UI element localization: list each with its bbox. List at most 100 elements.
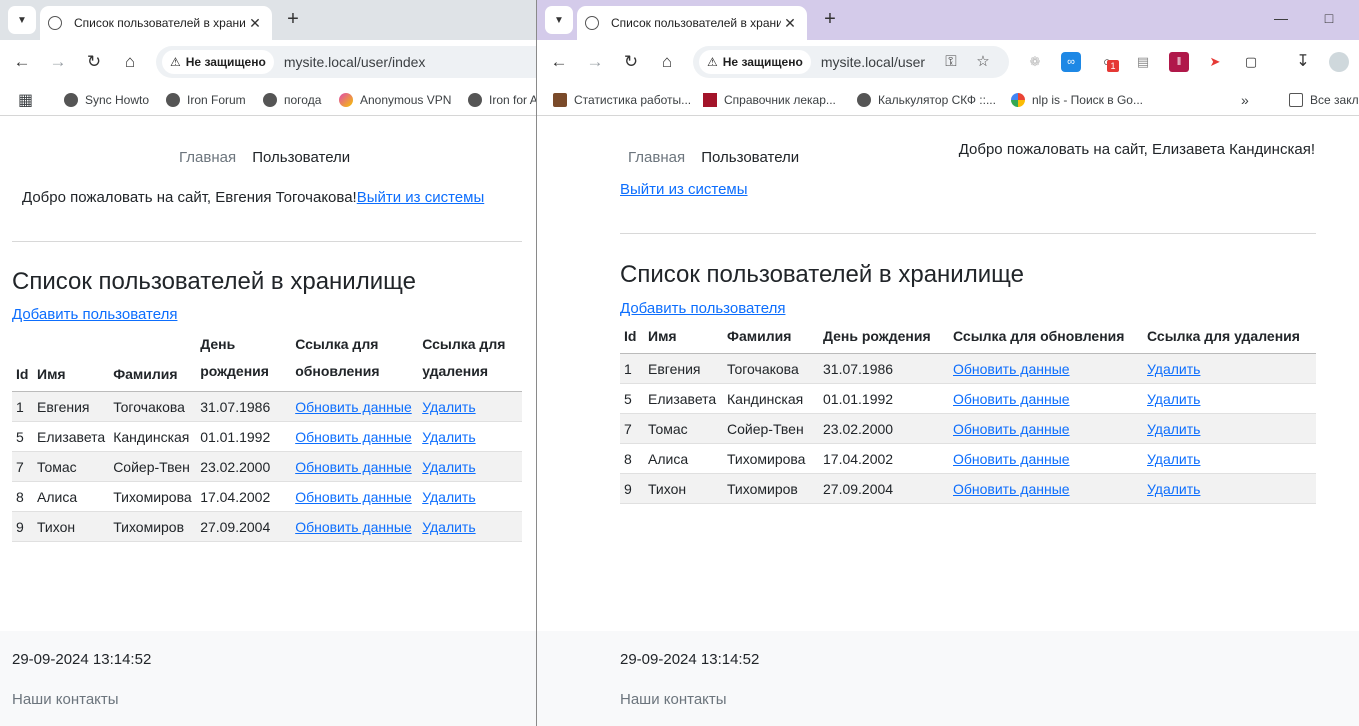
table-row: 8 Алиса Тихомирова 17.04.2002 Обновить данны… <box>620 443 1316 474</box>
update-link[interactable]: Обновить данные <box>295 399 412 415</box>
table-row: 9 Тихон Тихомиров 27.09.2004 Обновить данные… <box>620 473 1316 504</box>
close-tab-icon[interactable]: ✕ <box>781 15 799 32</box>
chevron-down-icon: ▼ <box>17 14 27 26</box>
col-id: Id <box>12 331 33 392</box>
striped-extension-icon[interactable]: ▤ <box>1133 52 1153 72</box>
minimize-icon[interactable]: — <box>1269 10 1293 30</box>
forward-icon[interactable]: → <box>583 50 607 74</box>
tab-active[interactable]: Список пользователей в хранилище ✕ <box>40 6 272 40</box>
delete-link[interactable]: Удалить <box>1147 451 1200 467</box>
back-icon[interactable]: ← <box>547 50 571 74</box>
nav-users-link[interactable]: Пользователи <box>252 149 350 166</box>
logout-link[interactable]: Выйти из системы <box>357 189 485 206</box>
bookmark-item[interactable]: погода <box>263 84 321 116</box>
security-chip[interactable]: ⚠ Не защищено <box>162 50 274 74</box>
address-bar[interactable]: ⚠ Не защищено mysite.local/user ⚿ ☆ <box>693 46 1009 78</box>
address-bar[interactable]: ⚠ Не защищено mysite.local/user/index <box>156 46 536 78</box>
cell-name: Евгения <box>644 353 723 384</box>
url-text[interactable]: mysite.local/user <box>821 54 925 70</box>
tab-search-button[interactable]: ▼ <box>545 6 573 34</box>
maximize-icon[interactable]: □ <box>1317 10 1341 30</box>
bookmark-item[interactable]: Статистика работы... <box>553 84 691 116</box>
update-link[interactable]: Обновить данные <box>953 361 1070 377</box>
nav-users-link[interactable]: Пользователи <box>701 149 799 166</box>
rocket-extension-icon[interactable]: ➤ <box>1205 52 1225 72</box>
more-bookmarks-icon[interactable]: » <box>1241 84 1249 116</box>
forward-icon[interactable]: → <box>46 50 70 74</box>
avatar[interactable] <box>1329 52 1349 72</box>
bookmark-item[interactable]: Iron for A <box>468 84 536 116</box>
cell-update: Обновить данные <box>949 473 1143 504</box>
cell-id: 5 <box>620 383 644 414</box>
cell-delete: Удалить <box>1143 443 1316 474</box>
back-icon[interactable]: ← <box>10 50 34 74</box>
update-link[interactable]: Обновить данные <box>295 459 412 475</box>
update-link[interactable]: Обновить данные <box>295 519 412 535</box>
bookmark-item[interactable]: Справочник лекар... <box>703 84 836 116</box>
security-chip[interactable]: ⚠ Не защищено <box>699 50 811 74</box>
add-user-link[interactable]: Добавить пользователя <box>12 306 177 323</box>
close-tab-icon[interactable]: ✕ <box>246 15 264 32</box>
cell-name: Томас <box>644 413 723 444</box>
url-text[interactable]: mysite.local/user/index <box>284 54 426 70</box>
nav-home-link[interactable]: Главная <box>628 149 685 166</box>
bookmark-item[interactable]: nlp is - Поиск в Go... <box>1011 84 1143 116</box>
bookmark-label: nlp is - Поиск в Go... <box>1032 93 1143 107</box>
cell-update: Обновить данные <box>949 383 1143 414</box>
download-icon[interactable]: ↧ <box>1293 52 1313 72</box>
table-row: 7 Томас Сойер-Твен 23.02.2000 Обновить данны… <box>12 451 522 482</box>
reload-icon[interactable]: ↻ <box>82 50 106 74</box>
delete-link[interactable]: Удалить <box>1147 421 1200 437</box>
delete-link[interactable]: Удалить <box>1147 481 1200 497</box>
update-link[interactable]: Обновить данные <box>295 489 412 505</box>
update-link[interactable]: Обновить данные <box>953 391 1070 407</box>
footer-contacts[interactable]: Наши контакты <box>620 691 727 708</box>
add-user-link[interactable]: Добавить пользователя <box>620 300 785 317</box>
puzzle-icon[interactable]: ▢ <box>1241 52 1261 72</box>
badge-extension-icon[interactable]: 1○ <box>1097 52 1119 72</box>
all-bookmarks-folder[interactable]: Все закл <box>1289 84 1359 116</box>
reload-icon[interactable]: ↻ <box>619 50 643 74</box>
new-tab-button[interactable]: + <box>819 9 841 31</box>
cell-update: Обновить данные <box>949 353 1143 384</box>
apps-icon[interactable]: ▦ <box>18 84 33 116</box>
delete-link[interactable]: Удалить <box>422 399 475 415</box>
infinity-extension-icon[interactable]: ∞ <box>1061 52 1081 72</box>
update-link[interactable]: Обновить данные <box>953 451 1070 467</box>
new-tab-button[interactable]: + <box>282 9 304 31</box>
tab-search-button[interactable]: ▼ <box>8 6 36 34</box>
extension-icon[interactable]: ❁ <box>1025 52 1045 72</box>
star-icon[interactable]: ☆ <box>971 50 995 74</box>
delete-link[interactable]: Удалить <box>422 519 475 535</box>
delete-link[interactable]: Удалить <box>1147 361 1200 377</box>
bookmark-item[interactable]: Anonymous VPN <box>339 84 451 116</box>
home-icon[interactable]: ⌂ <box>118 50 142 74</box>
welcome-text: Добро пожаловать на сайт, Елизавета Канд… <box>958 141 1315 158</box>
bars-extension-icon[interactable]: ‖ <box>1169 52 1189 72</box>
cell-birthday: 23.02.2000 <box>196 451 292 482</box>
cell-delete: Удалить <box>1143 383 1316 414</box>
delete-link[interactable]: Удалить <box>422 459 475 475</box>
update-link[interactable]: Обновить данные <box>953 481 1070 497</box>
bookmark-item[interactable]: Калькулятор СКФ ::... <box>857 84 996 116</box>
nav-home-link[interactable]: Главная <box>179 149 236 166</box>
key-icon[interactable]: ⚿ <box>939 50 963 74</box>
table-row: 1 Евгения Тогочакова 31.07.1986 Обновить дан… <box>620 353 1316 384</box>
bookmark-item[interactable]: Sync Howto <box>64 84 149 116</box>
delete-link[interactable]: Удалить <box>1147 391 1200 407</box>
cell-surname: Тихомиров <box>109 511 197 542</box>
logout-link[interactable]: Выйти из системы <box>620 181 748 198</box>
footer-contacts[interactable]: Наши контакты <box>12 691 119 708</box>
tab-active[interactable]: Список пользователей в хранилище ✕ <box>577 6 807 40</box>
delete-link[interactable]: Удалить <box>422 489 475 505</box>
bookmark-item[interactable]: Iron Forum <box>166 84 246 116</box>
footer-time: 29-09-2024 13:14:52 <box>12 651 152 668</box>
home-icon[interactable]: ⌂ <box>655 50 679 74</box>
delete-link[interactable]: Удалить <box>422 429 475 445</box>
table-row: 9 Тихон Тихомиров 27.09.2004 Обновить данные… <box>12 511 522 542</box>
cell-surname: Тогочакова <box>109 391 197 422</box>
update-link[interactable]: Обновить данные <box>295 429 412 445</box>
cell-id: 7 <box>620 413 644 444</box>
table-row: 5 Елизавета Кандинская 01.01.1992 Обновить д… <box>12 421 522 452</box>
update-link[interactable]: Обновить данные <box>953 421 1070 437</box>
